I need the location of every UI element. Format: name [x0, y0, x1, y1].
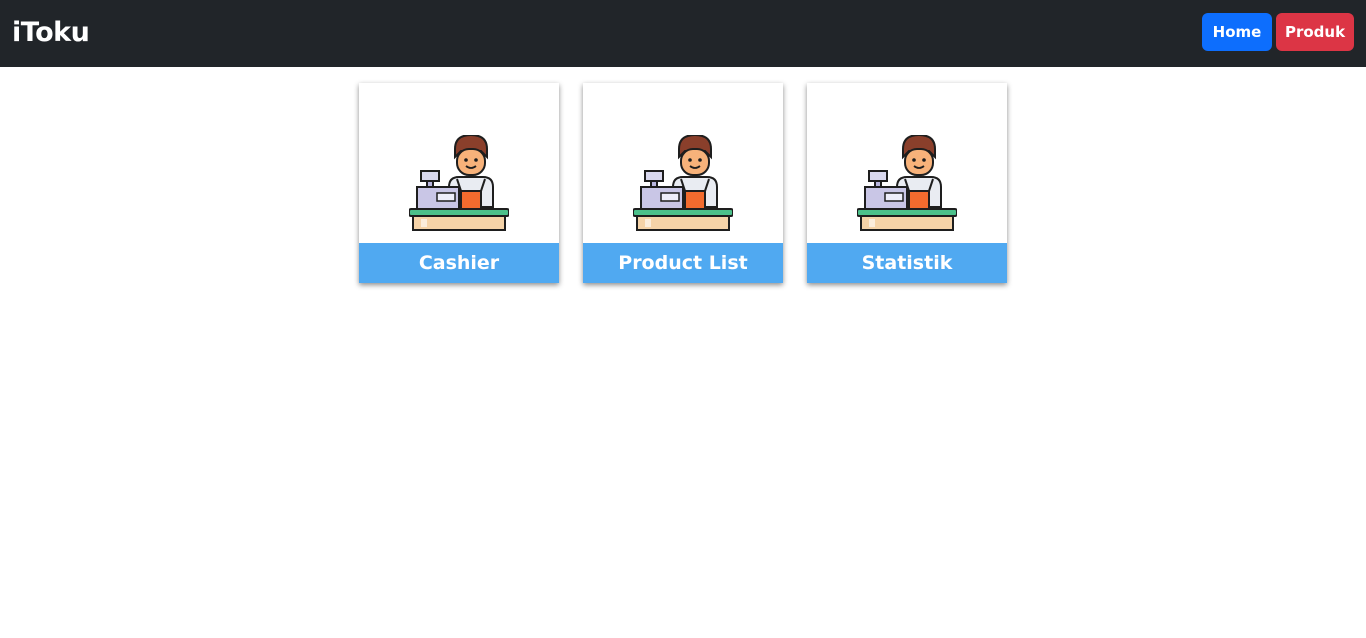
- cashier-icon: [409, 135, 509, 231]
- produk-button[interactable]: Produk: [1276, 13, 1354, 51]
- card-label: Statistik: [807, 243, 1007, 283]
- cashier-icon: [857, 135, 957, 231]
- menu-card-statistik[interactable]: Statistik: [807, 83, 1007, 283]
- card-image: [359, 83, 559, 243]
- home-button[interactable]: Home: [1202, 13, 1272, 51]
- menu-card-product-list[interactable]: Product List: [583, 83, 783, 283]
- cashier-icon: [633, 135, 733, 231]
- card-label: Product List: [583, 243, 783, 283]
- navbar: iToku Home Produk: [0, 0, 1366, 67]
- card-image: [807, 83, 1007, 243]
- card-label: Cashier: [359, 243, 559, 283]
- brand-logo[interactable]: iToku: [12, 16, 90, 50]
- menu-card-cashier[interactable]: Cashier: [359, 83, 559, 283]
- card-image: [583, 83, 783, 243]
